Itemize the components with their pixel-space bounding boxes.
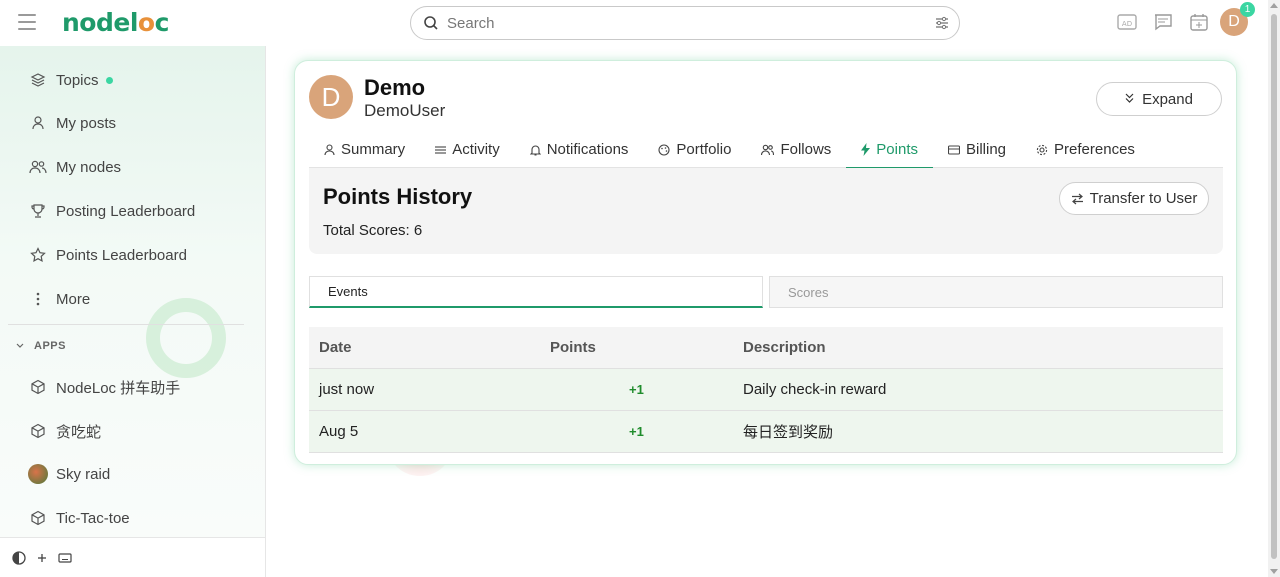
sidebar-footer — [0, 537, 265, 577]
chevrons-down-icon — [1125, 93, 1134, 106]
ad-icon[interactable]: AD — [1116, 11, 1138, 33]
calendar-add-icon[interactable] — [1188, 11, 1210, 33]
search-icon — [424, 16, 438, 30]
theme-toggle-icon[interactable] — [12, 550, 26, 565]
cube-icon — [28, 508, 48, 528]
row-points: +1 — [629, 424, 644, 439]
top-header: nodeloc AD D1 — [0, 0, 1268, 46]
new-indicator-dot — [105, 76, 113, 84]
profile-avatar[interactable]: D — [309, 75, 353, 119]
keyboard-icon[interactable] — [58, 552, 72, 564]
tab-points[interactable]: Points — [846, 131, 933, 169]
row-points: +1 — [629, 382, 644, 397]
search-input[interactable] — [447, 14, 917, 32]
palette-icon — [658, 143, 670, 156]
site-logo[interactable]: nodeloc — [62, 8, 169, 37]
user-avatar[interactable]: D1 — [1220, 2, 1255, 36]
tab-preferences[interactable]: Preferences — [1021, 131, 1150, 168]
cube-icon — [28, 421, 48, 441]
app-item-tic-tac-toe[interactable]: Tic-Tac-toe — [28, 506, 130, 530]
transfer-icon — [1071, 193, 1084, 205]
subtab-events[interactable]: Events — [309, 276, 763, 308]
sidebar-item-my-posts[interactable]: My posts — [28, 111, 116, 135]
column-header-description: Description — [743, 339, 826, 356]
transfer-to-user-button[interactable]: Transfer to User — [1059, 182, 1209, 215]
tab-activity[interactable]: Activity — [420, 131, 515, 168]
scroll-down-arrow[interactable] — [1270, 569, 1278, 574]
chat-icon[interactable] — [1152, 11, 1174, 33]
user-icon — [324, 143, 335, 156]
table-row: just now +1 Daily check-in reward — [309, 369, 1223, 411]
apps-section-toggle[interactable]: APPS — [16, 340, 66, 352]
scroll-thumb[interactable] — [1271, 14, 1277, 559]
app-item-sky-raid[interactable]: Sky raid — [28, 462, 110, 486]
profile-username: DemoUser — [364, 101, 446, 120]
app-item-nodeloc-carpool[interactable]: NodeLoc 拼车助手 — [28, 375, 180, 399]
tab-billing[interactable]: Billing — [933, 131, 1021, 168]
profile-tabs: Summary Activity Notifications Portfolio… — [309, 131, 1223, 169]
row-description: Daily check-in reward — [743, 381, 887, 398]
more-vertical-icon — [28, 289, 48, 309]
row-description: 每日签到奖励 — [743, 424, 834, 441]
subtab-scores[interactable]: Scores — [769, 276, 1223, 308]
bell-icon — [529, 144, 541, 156]
credit-card-icon — [948, 144, 960, 155]
users-icon — [761, 144, 775, 156]
row-date: just now — [319, 381, 375, 398]
add-icon[interactable] — [36, 552, 48, 564]
main-content: D Demo DemoUser Expand Summary Activity … — [266, 46, 1268, 577]
sidebar-divider — [8, 324, 244, 325]
user-icon — [28, 113, 48, 133]
scroll-up-arrow[interactable] — [1270, 3, 1278, 8]
bolt-icon — [861, 143, 871, 156]
points-table: Date Points Description just now +1 Dail… — [309, 327, 1223, 453]
table-row: Aug 5 +1 每日签到奖励 — [309, 411, 1223, 453]
sky-raid-thumbnail — [28, 464, 48, 484]
profile-card: D Demo DemoUser Expand Summary Activity … — [294, 60, 1237, 465]
app-item-snake[interactable]: 贪吃蛇 — [28, 419, 101, 443]
points-history-title: Points History — [323, 184, 473, 209]
expand-button[interactable]: Expand — [1096, 82, 1222, 116]
column-header-points: Points — [550, 339, 596, 356]
tab-notifications[interactable]: Notifications — [515, 131, 644, 168]
sidebar-item-points-leaderboard[interactable]: Points Leaderboard — [28, 243, 187, 267]
column-header-date: Date — [319, 339, 352, 356]
sidebar: Topics My posts My nodes Posting Leaderb… — [0, 46, 266, 577]
points-subtabs: Events Scores — [309, 276, 1223, 308]
sidebar-item-more[interactable]: More — [28, 287, 90, 311]
filter-options-icon[interactable] — [935, 16, 949, 30]
chevron-down-icon — [16, 340, 24, 352]
search-bar[interactable] — [410, 6, 960, 40]
users-icon — [28, 157, 48, 177]
decorative-ring — [146, 298, 226, 378]
star-icon — [28, 245, 48, 265]
list-icon — [435, 145, 447, 155]
table-header: Date Points Description — [309, 327, 1223, 369]
trophy-icon — [28, 201, 48, 221]
svg-text:AD: AD — [1122, 20, 1132, 28]
tab-summary[interactable]: Summary — [309, 131, 420, 168]
notification-badge: 1 — [1240, 2, 1255, 17]
menu-icon[interactable] — [18, 14, 36, 30]
tab-portfolio[interactable]: Portfolio — [643, 131, 746, 168]
gear-icon — [1036, 144, 1048, 156]
row-date: Aug 5 — [319, 423, 359, 440]
sidebar-item-my-nodes[interactable]: My nodes — [28, 155, 121, 179]
page-scrollbar[interactable] — [1268, 0, 1280, 577]
profile-name: Demo — [364, 75, 426, 100]
layers-icon — [28, 70, 48, 90]
points-summary-panel: Points History Total Scores: 6 Transfer … — [309, 168, 1223, 254]
tab-follows[interactable]: Follows — [746, 131, 846, 168]
cube-icon — [28, 377, 48, 397]
sidebar-item-posting-leaderboard[interactable]: Posting Leaderboard — [28, 199, 195, 223]
total-scores: Total Scores: 6 — [323, 222, 423, 239]
sidebar-item-topics[interactable]: Topics — [28, 68, 113, 92]
